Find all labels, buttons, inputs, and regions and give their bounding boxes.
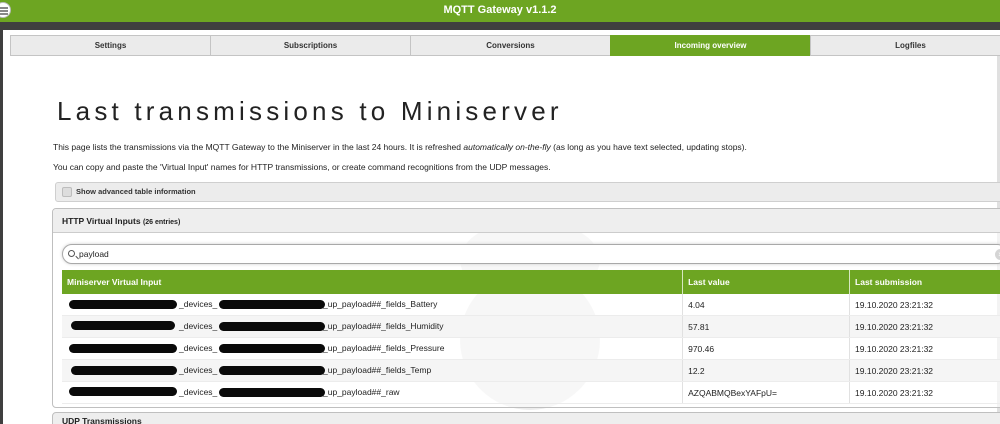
input-mid: _devices_ — [179, 387, 218, 397]
intro-text: This page lists the transmissions via th… — [53, 142, 747, 152]
time-cell: 19.10.2020 23:21:32 — [849, 294, 1000, 316]
redacted-mark — [219, 388, 325, 397]
value-cell: 12.2 — [682, 359, 851, 382]
tab-conversions[interactable]: Conversions — [410, 35, 611, 56]
time-cell: 19.10.2020 23:21:32 — [849, 337, 1000, 360]
column-header-input[interactable]: Miniserver Virtual Input — [62, 270, 684, 294]
udp-panel-title: UDP Transmissions — [62, 416, 142, 424]
redacted-mark — [69, 344, 177, 353]
time-cell: 19.10.2020 23:21:32 — [849, 315, 1000, 338]
udp-transmissions-panel[interactable]: UDP Transmissions — [52, 412, 1000, 424]
advanced-label: Show advanced table information — [76, 187, 196, 196]
redacted-mark — [71, 321, 175, 330]
column-header-time[interactable]: Last submission — [849, 270, 1000, 294]
redacted-mark — [219, 366, 325, 375]
intro-text-2: You can copy and paste the 'Virtual Inpu… — [53, 162, 551, 172]
search-icon — [68, 250, 75, 257]
virtual-input-cell[interactable]: _devices_ _up_payload##_fields_Temp — [62, 359, 684, 382]
table-row: _devices_ _up_payload##_fields_Humidity … — [62, 315, 1000, 338]
input-mid: _devices_ — [179, 343, 218, 353]
column-header-value[interactable]: Last value — [682, 270, 851, 294]
value-cell: 970.46 — [682, 337, 851, 360]
advanced-toggle[interactable]: Show advanced table information — [55, 182, 1000, 202]
value-cell: 4.04 — [682, 294, 851, 316]
virtual-input-cell[interactable]: _devices_ _up_payload##_fields_Pressure — [62, 337, 684, 360]
input-mid: _devices_ — [179, 299, 218, 309]
input-suffix: _up_payload##_fields_Pressure — [323, 343, 445, 353]
table-row: _devices_ _up_payload##_raw AZQABMQBexYA… — [62, 381, 1000, 404]
input-mid: _devices_ — [179, 321, 218, 331]
panel-header[interactable]: HTTP Virtual Inputs (26 entries) — [53, 209, 1000, 233]
redacted-mark — [219, 322, 325, 331]
app-title: MQTT Gateway v1.1.2 — [443, 4, 557, 16]
tab-logfiles[interactable]: Logfiles — [810, 35, 1000, 56]
tab-incoming-overview[interactable]: Incoming overview — [610, 35, 811, 56]
intro-part-a: This page lists the transmissions via th… — [53, 142, 464, 152]
virtual-input-cell[interactable]: _devices_ _up_payload##_raw — [62, 381, 684, 404]
input-suffix: _up_payload##_fields_Temp — [323, 365, 432, 375]
tab-bar: Settings Subscriptions Conversions Incom… — [10, 35, 1000, 56]
virtual-input-cell[interactable]: _devices_ _up_payload##_fields_Battery — [62, 294, 684, 316]
table-header-row: Miniserver Virtual Input Last value Last… — [62, 270, 1000, 294]
panel-title: HTTP Virtual Inputs — [62, 216, 141, 226]
value-cell: 57.81 — [682, 315, 851, 338]
redacted-mark — [69, 387, 177, 396]
table-row: _devices_ _up_payload##_fields_Battery 4… — [62, 294, 1000, 316]
advanced-checkbox[interactable] — [62, 187, 72, 197]
redacted-mark — [71, 366, 177, 375]
time-cell: 19.10.2020 23:21:32 — [849, 381, 1000, 404]
redacted-mark — [219, 300, 325, 309]
search-field[interactable]: × — [62, 244, 1000, 264]
menu-icon[interactable] — [0, 2, 11, 18]
virtual-inputs-table: Miniserver Virtual Input Last value Last… — [62, 270, 1000, 404]
left-edge — [0, 30, 3, 424]
intro-part-b: (as long as you have text selected, upda… — [550, 142, 747, 152]
time-cell: 19.10.2020 23:21:32 — [849, 359, 1000, 382]
tab-settings[interactable]: Settings — [10, 35, 211, 56]
clear-icon[interactable]: × — [995, 249, 1000, 260]
input-suffix: _up_payload##_raw — [323, 387, 400, 397]
intro-emphasis: automatically on-the-fly — [463, 142, 551, 152]
table-row: _devices_ _up_payload##_fields_Temp 12.2… — [62, 359, 1000, 382]
app-titlebar: MQTT Gateway v1.1.2 — [0, 0, 1000, 22]
virtual-input-cell[interactable]: _devices_ _up_payload##_fields_Humidity — [62, 315, 684, 338]
input-suffix: _up_payload##_fields_Humidity — [323, 321, 444, 331]
input-suffix: _up_payload##_fields_Battery — [323, 299, 438, 309]
search-input[interactable] — [79, 247, 959, 261]
table-row: _devices_ _up_payload##_fields_Pressure … — [62, 337, 1000, 360]
redacted-mark — [219, 344, 325, 353]
redacted-mark — [69, 300, 177, 309]
tab-subscriptions[interactable]: Subscriptions — [210, 35, 411, 56]
entry-count: (26 entries) — [142, 219, 181, 226]
value-cell: AZQABMQBexYAFpU= — [682, 381, 851, 404]
header-divider — [0, 22, 1000, 30]
input-mid: _devices_ — [179, 365, 218, 375]
page-title: Last transmissions to Miniserver — [57, 96, 563, 126]
